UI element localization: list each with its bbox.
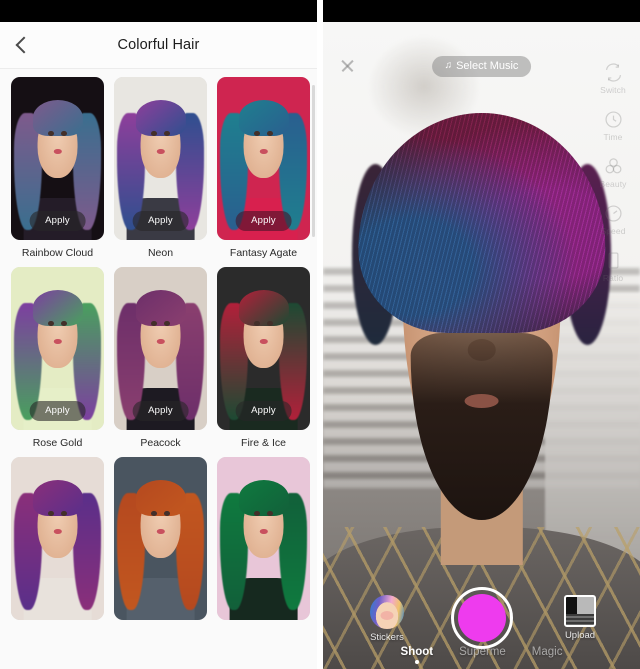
effect-card[interactable]: Apply Fire & Ice <box>217 267 310 449</box>
effect-gallery-screen: Colorful Hair Apply Rainbow Cloud Apply Neo… <box>0 0 317 669</box>
effect-name-label: Rose Gold <box>32 437 83 449</box>
rail-item-speed[interactable]: Speed <box>590 203 636 236</box>
subject-beard <box>410 332 553 521</box>
effect-name-label: Rainbow Cloud <box>21 247 94 259</box>
rail-item-label: Switch <box>600 85 626 95</box>
switch-camera-icon <box>603 62 624 83</box>
scrollbar[interactable] <box>312 79 315 659</box>
effect-card[interactable] <box>114 457 207 620</box>
effect-card[interactable]: Apply Peacock <box>114 267 207 449</box>
mode-tab-superme[interactable]: Superme <box>459 646 506 665</box>
effect-grid: Apply Rainbow Cloud Apply Neon Apply Fantasy … <box>0 77 317 620</box>
scrollbar-thumb[interactable] <box>312 85 315 237</box>
stickers-label: Stickers <box>370 632 404 643</box>
effect-preview-photo <box>217 457 310 620</box>
effect-card[interactable]: Apply Fantasy Agate <box>217 77 310 259</box>
effect-thumbnail[interactable]: Apply <box>114 267 207 430</box>
close-icon[interactable] <box>329 47 367 85</box>
effect-preview-photo <box>114 457 207 620</box>
gallery-header: Colorful Hair <box>0 22 317 69</box>
select-music-button[interactable]: ♫ Select Music <box>431 55 532 77</box>
camera-side-rail: Switch Time Beauty Speed Ratio <box>588 62 638 283</box>
effect-grid-scroll[interactable]: Apply Rainbow Cloud Apply Neon Apply Fantasy … <box>0 69 317 669</box>
effect-name-label: Neon <box>147 247 174 259</box>
effect-thumbnail[interactable] <box>114 457 207 620</box>
effect-card[interactable] <box>217 457 310 620</box>
rail-item-ratio[interactable]: Ratio <box>590 250 636 283</box>
chevron-left-icon <box>15 36 33 54</box>
rail-item-label: Time <box>603 132 623 142</box>
camera-bottom-bar: Stickers Upload Shoot Superme Magic <box>323 569 640 669</box>
upload-label: Upload <box>564 630 596 641</box>
apply-button[interactable]: Apply <box>29 211 86 231</box>
dual-screenshot: Colorful Hair Apply Rainbow Cloud Apply Neo… <box>0 0 640 669</box>
effect-preview-photo <box>11 457 104 620</box>
rail-item-label: Speed <box>600 226 626 236</box>
effect-name-label: Peacock <box>140 437 181 449</box>
beauty-icon <box>603 156 624 177</box>
sticker-face-icon <box>370 595 404 629</box>
upload-button[interactable]: Upload <box>552 595 608 641</box>
select-music-label: Select Music <box>456 59 519 72</box>
mode-tab-magic[interactable]: Magic <box>532 646 563 665</box>
rail-item-label: Ratio <box>602 273 624 283</box>
effect-thumbnail[interactable]: Apply <box>11 77 104 240</box>
effect-card[interactable] <box>11 457 104 620</box>
music-note-icon: ♫ <box>444 59 453 71</box>
page-title: Colorful Hair <box>117 37 200 53</box>
shutter-inner <box>457 594 506 642</box>
apply-button[interactable]: Apply <box>235 211 292 231</box>
speed-icon <box>603 203 624 224</box>
effect-card[interactable]: Apply Rose Gold <box>11 267 104 449</box>
effect-thumbnail[interactable] <box>217 457 310 620</box>
effect-thumbnail[interactable]: Apply <box>217 267 310 430</box>
timer-icon <box>603 109 624 130</box>
colorful-hair-effect <box>357 112 606 333</box>
effect-card[interactable]: Apply Neon <box>114 77 207 259</box>
effect-card[interactable]: Apply Rainbow Cloud <box>11 77 104 259</box>
effect-thumbnail[interactable]: Apply <box>217 77 310 240</box>
back-button[interactable] <box>0 23 44 67</box>
rail-item-beauty[interactable]: Beauty <box>590 156 636 189</box>
effect-thumbnail[interactable]: Apply <box>114 77 207 240</box>
apply-button[interactable]: Apply <box>29 401 86 421</box>
apply-button[interactable]: Apply <box>132 211 189 231</box>
capture-mode-tabs: Shoot Superme Magic <box>323 646 640 665</box>
rail-item-label: Beauty <box>599 179 627 189</box>
status-bar-right <box>323 0 640 22</box>
photo-thumbnail-icon <box>564 595 596 627</box>
effect-name-label: Fantasy Agate <box>229 247 298 259</box>
camera-screen: ♫ Select Music Switch Time Beauty Speed Rati… <box>323 0 640 669</box>
shutter-button[interactable] <box>450 587 513 649</box>
ratio-icon <box>603 250 624 271</box>
effect-name-label: Fire & Ice <box>241 437 286 449</box>
apply-button[interactable]: Apply <box>132 401 189 421</box>
mode-tab-shoot[interactable]: Shoot <box>401 646 434 665</box>
rail-item-switch[interactable]: Switch <box>590 62 636 95</box>
effect-thumbnail[interactable] <box>11 457 104 620</box>
stickers-button[interactable]: Stickers <box>359 595 415 643</box>
rail-item-time[interactable]: Time <box>590 109 636 142</box>
camera-preview[interactable]: ♫ Select Music Switch Time Beauty Speed Rati… <box>323 22 640 669</box>
apply-button[interactable]: Apply <box>235 401 292 421</box>
status-bar-left <box>0 0 317 22</box>
effect-thumbnail[interactable]: Apply <box>11 267 104 430</box>
subject-mouth <box>464 394 499 409</box>
